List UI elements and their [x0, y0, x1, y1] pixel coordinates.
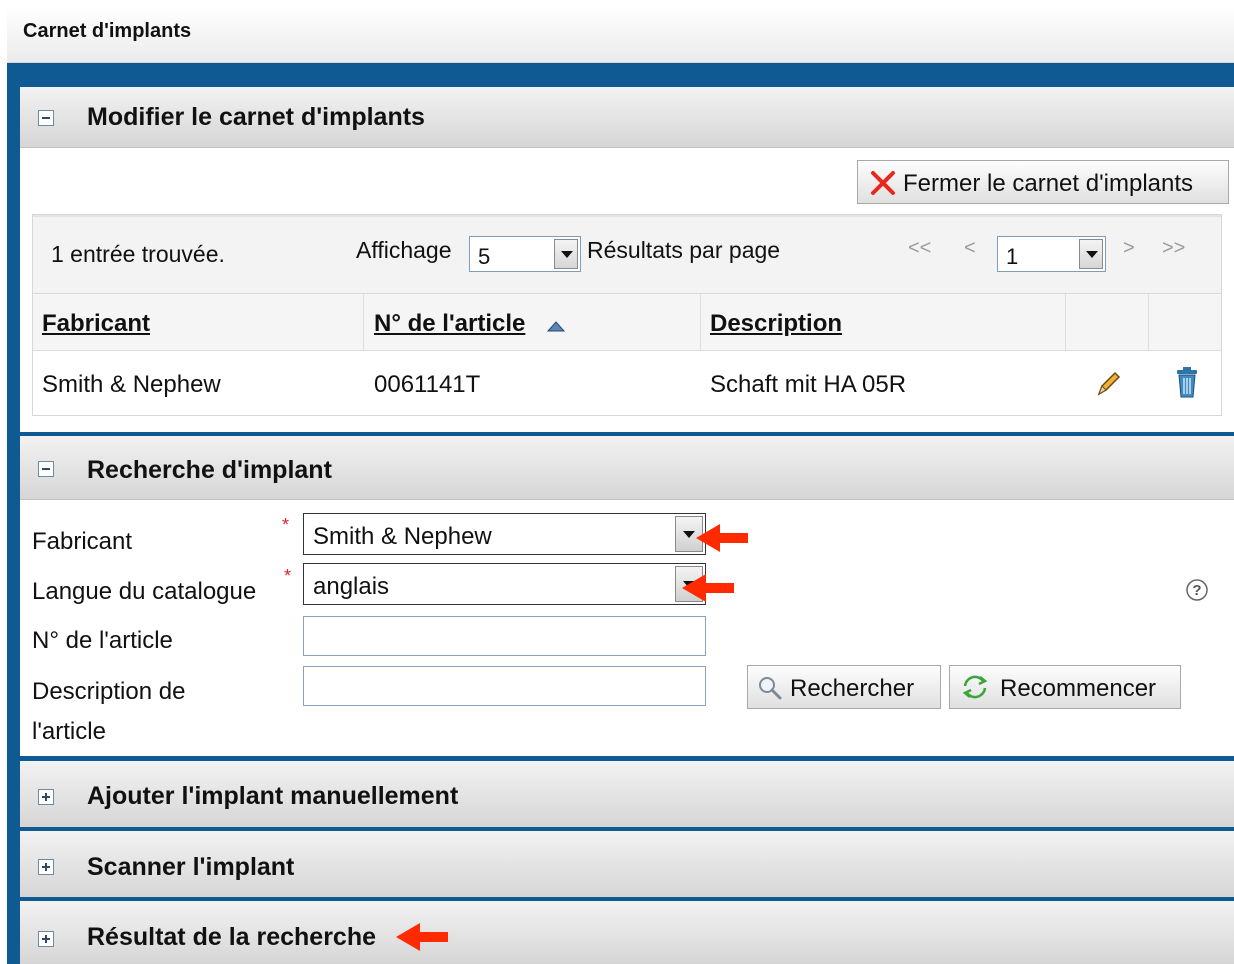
close-x-icon — [871, 171, 895, 195]
prev-page-link[interactable]: < — [964, 237, 976, 260]
table-header-row: Fabricant N° de l'article Description — [33, 294, 1221, 351]
search-results-section: Résultat de la recherche — [20, 901, 1234, 964]
required-marker: * — [284, 566, 292, 586]
next-page-link[interactable]: > — [1123, 237, 1135, 260]
scan-implant-title: Scanner l'implant — [87, 853, 295, 881]
page-value: 1 — [1006, 244, 1019, 269]
scan-implant-header[interactable]: Scanner l'implant — [20, 831, 1234, 897]
reset-button[interactable]: Recommencer — [949, 665, 1181, 709]
help-icon[interactable]: ? — [1185, 578, 1209, 602]
manufacturer-label: Fabricant — [32, 528, 133, 555]
search-results-title: Résultat de la recherche — [87, 923, 377, 951]
article-no-label: N° de l'article — [32, 627, 173, 654]
column-header-manufacturer[interactable]: Fabricant — [42, 310, 150, 338]
refresh-icon — [962, 675, 988, 699]
pencil-icon[interactable] — [1093, 369, 1123, 399]
help-glyph: ? — [1192, 582, 1201, 599]
cell-article-no: 0061141T — [374, 371, 481, 398]
pager-bar: 1 entrée trouvée. Affichage 5 Résultats … — [33, 215, 1221, 294]
chevron-down-icon[interactable] — [554, 239, 578, 269]
implant-search-section: Recherche d'implant Fabricant * Smith & … — [20, 436, 1234, 756]
close-implant-book-button[interactable]: Fermer le carnet d'implants — [857, 160, 1229, 204]
last-page-link[interactable]: >> — [1162, 237, 1185, 260]
magnifier-icon — [759, 677, 782, 700]
cell-description: Schaft mit HA 05R — [710, 371, 907, 398]
window-title: Carnet d'implants — [23, 20, 192, 42]
article-description-input[interactable] — [303, 666, 706, 706]
search-button-label: Rechercher — [790, 675, 915, 702]
column-header-description[interactable]: Description — [710, 310, 842, 338]
cell-manufacturer: Smith & Nephew — [42, 371, 221, 398]
trash-icon[interactable] — [1174, 367, 1200, 399]
edit-implant-book-section: Modifier le carnet d'implants Fermer le … — [20, 87, 1234, 432]
manufacturer-select[interactable]: Smith & Nephew — [303, 513, 706, 555]
article-no-input[interactable] — [303, 616, 706, 656]
catalogue-language-label: Langue du catalogue — [32, 578, 257, 605]
edit-section-header[interactable]: Modifier le carnet d'implants — [20, 87, 1234, 148]
expand-icon[interactable] — [38, 931, 54, 947]
window-title-bar: Carnet d'implants — [7, 7, 1234, 63]
required-marker: * — [282, 515, 290, 535]
search-section-title: Recherche d'implant — [87, 456, 332, 484]
result-count: 1 entrée trouvée. — [51, 241, 225, 267]
expand-icon[interactable] — [38, 789, 54, 805]
article-description-label-line1: Description de — [32, 678, 186, 705]
annotation-arrow-icon — [396, 923, 448, 951]
manufacturer-value: Smith & Nephew — [313, 523, 492, 550]
search-button[interactable]: Rechercher — [747, 665, 941, 709]
table-row: Smith & Nephew 0061141T Schaft mit HA 05… — [33, 351, 1221, 415]
expand-icon[interactable] — [38, 859, 54, 875]
scan-implant-section: Scanner l'implant — [20, 831, 1234, 897]
collapse-icon[interactable] — [38, 461, 54, 477]
add-manually-title: Ajouter l'implant manuellement — [87, 782, 459, 810]
per-page-label: Résultats par page — [587, 237, 781, 263]
close-implant-book-label: Fermer le carnet d'implants — [903, 170, 1194, 197]
sort-ascending-icon[interactable] — [547, 320, 565, 332]
per-page-value: 5 — [478, 244, 491, 269]
reset-button-label: Recommencer — [1000, 675, 1157, 702]
search-results-header[interactable]: Résultat de la recherche — [20, 901, 1234, 964]
annotation-arrow-icon — [682, 574, 734, 602]
chevron-down-icon[interactable] — [1079, 239, 1103, 269]
page-select[interactable]: 1 — [997, 236, 1106, 272]
catalogue-language-value: anglais — [313, 573, 390, 600]
article-description-label-line2: l'article — [32, 718, 106, 745]
column-header-article-no[interactable]: N° de l'article — [374, 310, 525, 338]
display-label: Affichage — [356, 237, 452, 263]
catalogue-language-select[interactable]: anglais — [303, 563, 706, 605]
edit-section-title: Modifier le carnet d'implants — [87, 103, 425, 131]
add-manually-header[interactable]: Ajouter l'implant manuellement — [20, 761, 1234, 827]
implant-table: 1 entrée trouvée. Affichage 5 Résultats … — [32, 214, 1222, 416]
annotation-arrow-icon — [696, 524, 748, 552]
first-page-link[interactable]: << — [908, 237, 931, 260]
main-frame: Modifier le carnet d'implants Fermer le … — [7, 63, 1234, 964]
per-page-select[interactable]: 5 — [469, 236, 581, 272]
add-manually-section: Ajouter l'implant manuellement — [20, 761, 1234, 827]
search-section-header[interactable]: Recherche d'implant — [20, 436, 1234, 500]
collapse-icon[interactable] — [38, 110, 54, 126]
